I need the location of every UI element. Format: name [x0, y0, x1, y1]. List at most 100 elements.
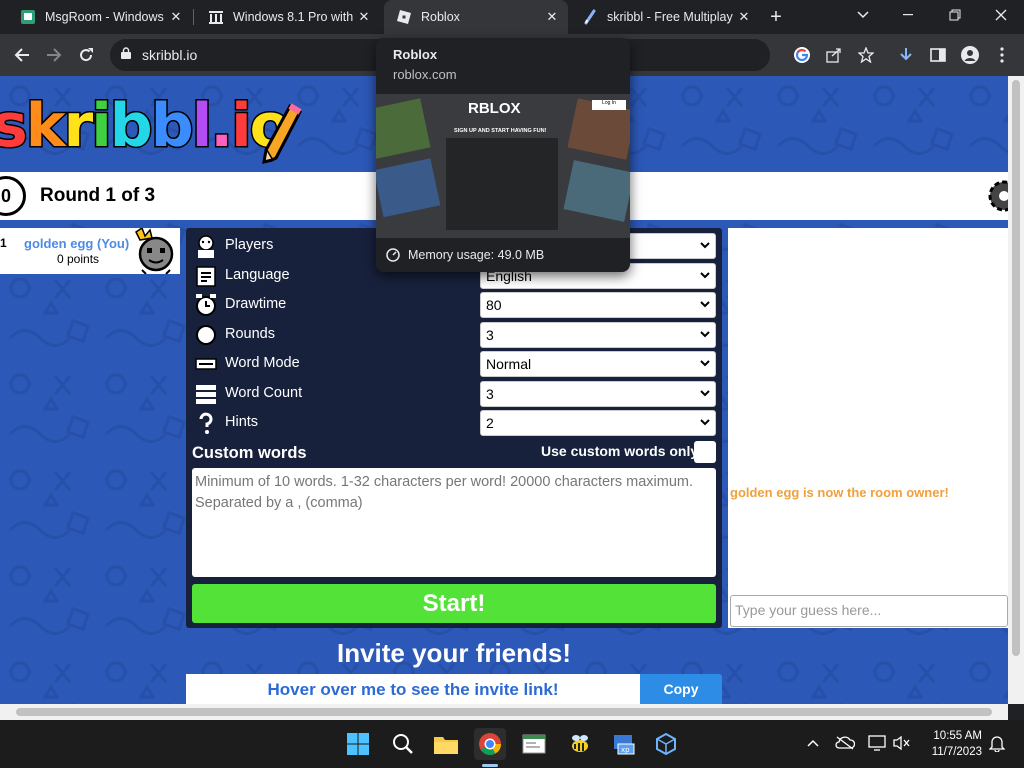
close-tab-icon[interactable]: ✕ — [734, 7, 754, 27]
active-app-indicator — [482, 764, 498, 767]
hints-select[interactable]: 2 — [480, 410, 716, 436]
back-arrow-icon — [14, 48, 29, 62]
memory-usage: Memory usage: 49.0 MB — [386, 248, 544, 262]
invite-link-box[interactable]: Hover over me to see the invite link! — [186, 674, 640, 704]
word-count-icon — [196, 385, 216, 404]
word-mode-select[interactable]: Normal — [480, 351, 716, 377]
close-window-button[interactable] — [978, 0, 1024, 30]
clock-icon — [196, 294, 216, 316]
rounds-select[interactable]: 3 — [480, 322, 716, 348]
logo-letter: b — [108, 91, 154, 161]
chrome-icon[interactable] — [474, 728, 506, 760]
custom-words-textarea[interactable]: Minimum of 10 words. 1-32 characters per… — [192, 468, 716, 577]
hover-card-title: Roblox — [393, 47, 438, 62]
custom-words-only-checkbox[interactable] — [694, 441, 716, 463]
rounds-icon — [196, 325, 216, 345]
close-tab-icon[interactable]: ✕ — [542, 7, 562, 27]
setting-label: Language — [225, 267, 290, 283]
drawtime-select[interactable]: 80 — [480, 292, 716, 318]
tab-search-button[interactable] — [840, 0, 886, 30]
hover-card-preview: RBLOX SIGN UP AND START HAVING FUN! Log … — [376, 94, 630, 238]
timer-value: 0 — [0, 185, 11, 206]
restore-button[interactable] — [932, 0, 978, 30]
start-windows-icon[interactable] — [342, 728, 374, 760]
notifications-bell-icon[interactable] — [986, 732, 1008, 754]
profile-icon[interactable] — [958, 43, 982, 67]
menu-kebab-icon[interactable] — [990, 43, 1014, 67]
tab-roblox[interactable]: Roblox ✕ — [384, 0, 568, 34]
room-settings-panel: Players Language English Drawtime 80 Rou… — [186, 228, 722, 628]
close-tab-icon[interactable]: ✕ — [166, 7, 186, 27]
minimize-button[interactable] — [886, 0, 932, 30]
reload-button[interactable] — [72, 41, 100, 69]
tab-windows[interactable]: Windows 8.1 Pro with M ✕ — [196, 0, 380, 34]
setting-row-word-count: Word Count 3 — [192, 381, 716, 407]
url-text: skribbl.io — [142, 47, 198, 63]
settings-gear-icon[interactable] — [984, 178, 1008, 214]
cloud-offline-icon[interactable] — [834, 732, 856, 754]
tab-hover-card: Roblox roblox.com RBLOX SIGN UP AND STAR… — [376, 38, 630, 272]
setting-row-rounds: Rounds 3 — [192, 322, 716, 348]
custom-words-title: Custom words — [192, 444, 307, 462]
word-count-select[interactable]: 3 — [480, 381, 716, 407]
timer-clock-icon: 0 — [0, 176, 26, 216]
chevron-down-icon — [700, 419, 710, 426]
logo-letter: l — [190, 91, 213, 161]
logo-letter: s — [0, 91, 29, 161]
svg-text:xp: xp — [621, 746, 630, 754]
virtualbox-icon[interactable] — [650, 728, 682, 760]
player-points: 0 points — [57, 252, 100, 266]
volume-muted-icon[interactable] — [890, 732, 912, 754]
player-avatar — [135, 228, 174, 274]
side-panel-icon[interactable] — [926, 43, 950, 67]
back-button[interactable] — [8, 41, 36, 69]
search-icon[interactable] — [387, 728, 419, 760]
show-hidden-icons-chevron-icon[interactable] — [802, 732, 824, 754]
pencil-icon — [262, 103, 302, 164]
skribbl-logo: skribbl.io — [0, 95, 292, 158]
forward-button[interactable] — [40, 41, 68, 69]
roblox-login-button: Log In — [592, 100, 626, 110]
guess-input[interactable]: Type your guess here... — [730, 595, 1008, 627]
bookmark-star-icon[interactable] — [854, 43, 878, 67]
scroll-thumb[interactable] — [1012, 80, 1020, 656]
chevron-down-icon — [700, 331, 710, 338]
clock-date: 11/7/2023 — [931, 746, 982, 758]
scroll-thumb[interactable] — [16, 708, 992, 716]
msgroom-icon — [20, 9, 36, 25]
system-clock[interactable]: 10:55 AM 11/7/2023 — [918, 728, 982, 760]
network-icon[interactable] — [866, 732, 888, 754]
tab-title: Windows 8.1 Pro with M — [233, 10, 354, 24]
forward-arrow-icon — [47, 48, 62, 62]
winxp-vm-icon[interactable]: xp — [608, 728, 640, 760]
copy-button[interactable]: Copy — [640, 674, 722, 704]
lock-icon — [121, 46, 131, 64]
tab-title: Roblox — [421, 10, 460, 24]
bee-app-icon[interactable] — [564, 728, 596, 760]
tab-separator — [193, 9, 194, 25]
chevron-down-icon — [700, 390, 710, 397]
logo-letter: b — [149, 91, 195, 161]
new-tab-button[interactable]: + — [764, 5, 788, 29]
round-indicator: Round 1 of 3 — [40, 185, 156, 206]
notepad-icon[interactable] — [518, 728, 550, 760]
close-tab-icon[interactable]: ✕ — [354, 7, 374, 27]
vertical-scrollbar[interactable] — [1008, 76, 1024, 704]
roblox-logo-text: RBLOX — [468, 100, 521, 117]
download-icon[interactable] — [894, 43, 918, 67]
start-button[interactable]: Start! — [192, 584, 716, 623]
roblox-icon — [396, 9, 412, 25]
share-icon[interactable] — [822, 43, 846, 67]
tab-strip: MsgRoom - Windows 9 ✕ Windows 8.1 Pro wi… — [0, 0, 1024, 34]
setting-row-word-mode: Word Mode Normal — [192, 351, 716, 377]
hover-card-url: roblox.com — [393, 67, 457, 82]
google-icon[interactable] — [790, 43, 814, 67]
file-explorer-icon[interactable] — [430, 728, 462, 760]
chevron-down-icon — [700, 301, 710, 308]
logo-letter: i — [230, 91, 253, 161]
language-icon — [196, 266, 216, 287]
chevron-down-icon — [700, 360, 710, 367]
tab-msgroom[interactable]: MsgRoom - Windows 9 ✕ — [8, 0, 192, 34]
horizontal-scrollbar[interactable] — [0, 704, 1008, 720]
tab-skribbl[interactable]: skribbl - Free Multiplay ✕ — [570, 0, 760, 34]
